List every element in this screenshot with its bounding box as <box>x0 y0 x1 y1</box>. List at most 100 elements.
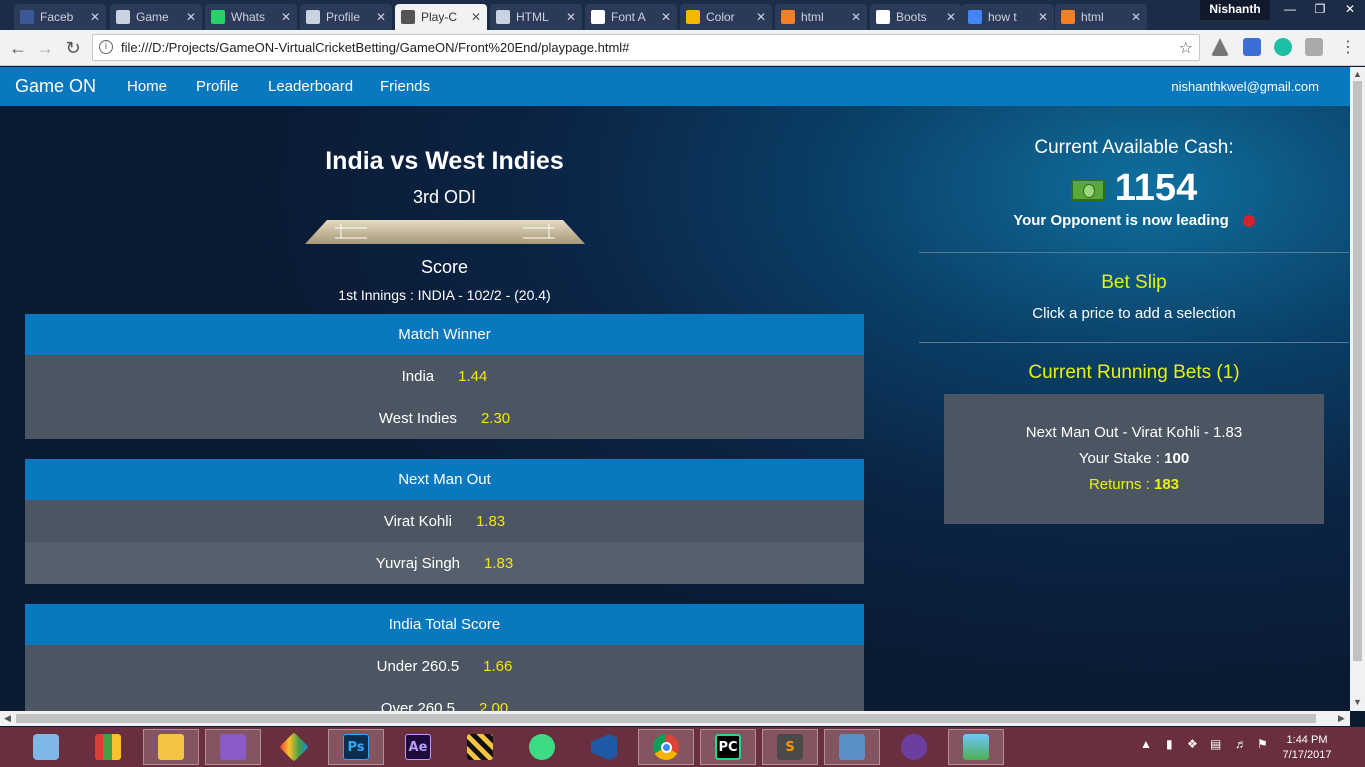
scrollbar-thumb[interactable] <box>16 714 1316 723</box>
vertical-scrollbar[interactable]: ▲ ▼ <box>1350 67 1365 711</box>
close-tab-icon[interactable]: ✕ <box>564 10 578 24</box>
back-icon[interactable]: ← <box>6 36 30 60</box>
scroll-right-icon[interactable]: ▶ <box>1338 713 1345 724</box>
user-email[interactable]: nishanthkwel@gmail.com <box>1171 79 1319 94</box>
close-tab-icon[interactable]: ✕ <box>374 10 388 24</box>
github-icon[interactable] <box>886 729 942 765</box>
close-tab-icon[interactable]: ✕ <box>849 10 863 24</box>
scroll-up-icon[interactable]: ▲ <box>1353 69 1362 79</box>
browser-tab[interactable]: HTML ✕ <box>490 4 582 30</box>
nav-friends[interactable]: Friends <box>380 78 430 95</box>
browser-toolbar: ← → ↻ i file:///D:/Projects/GameON-Virtu… <box>0 30 1365 66</box>
nav-leaderboard[interactable]: Leaderboard <box>268 78 353 95</box>
close-tab-icon[interactable]: ✕ <box>279 10 293 24</box>
info-icon[interactable]: i <box>99 40 113 54</box>
stack-icon <box>781 10 795 24</box>
bet-description: Next Man Out - Virat Kohli - 1.83 <box>1025 424 1243 441</box>
odds-price[interactable]: 2.00 <box>479 700 508 712</box>
browser-tab[interactable]: Play-C ✕ <box>395 4 487 30</box>
mendeley-extension-icon[interactable] <box>1274 38 1292 56</box>
start-apps-icon[interactable] <box>80 729 136 765</box>
close-tab-icon[interactable]: ✕ <box>754 10 768 24</box>
winrar-icon[interactable] <box>205 729 261 765</box>
market-option[interactable]: Over 260.5 2.00 <box>25 687 864 711</box>
forward-icon[interactable]: → <box>33 36 57 60</box>
odds-price[interactable]: 1.44 <box>458 368 487 385</box>
tray-expand-icon[interactable]: ▲ <box>1140 737 1152 751</box>
market-next-man-out: Next Man Out Virat Kohli 1.83 Yuvraj Sin… <box>25 459 864 584</box>
odds-price[interactable]: 1.66 <box>483 658 512 675</box>
close-tab-icon[interactable]: ✕ <box>88 10 102 24</box>
browser-tab[interactable]: Game ✕ <box>110 4 202 30</box>
match-subtitle: 3rd ODI <box>412 187 477 207</box>
restore-icon[interactable]: ❐ <box>1305 0 1335 20</box>
close-tab-icon[interactable]: ✕ <box>659 10 673 24</box>
nav-home[interactable]: Home <box>127 78 167 95</box>
wifi-icon[interactable]: ▤ <box>1210 737 1221 751</box>
pycharm-icon[interactable]: PC <box>700 729 756 765</box>
browser-tab[interactable]: Boots ✕ <box>870 4 962 30</box>
close-tab-icon[interactable]: ✕ <box>944 10 958 24</box>
odds-price[interactable]: 1.83 <box>484 555 513 572</box>
google-icon <box>968 10 982 24</box>
after-effects-icon[interactable]: Ae <box>390 729 446 765</box>
extension-icon[interactable] <box>1243 38 1261 56</box>
system-clock[interactable]: 1:44 PM 7/17/2017 <box>1262 733 1352 763</box>
tab-title: Font A <box>611 10 646 24</box>
virtualbox-icon[interactable] <box>18 729 74 765</box>
file-explorer-icon[interactable] <box>143 729 199 765</box>
browser-tab[interactable]: Profile ✕ <box>300 4 392 30</box>
browser-tab[interactable]: Color ✕ <box>680 4 772 30</box>
chrome-menu-icon[interactable]: ⋮ <box>1336 36 1360 60</box>
browser-tab[interactable]: Font A ✕ <box>585 4 677 30</box>
chrome-icon[interactable] <box>638 729 694 765</box>
browser-tab[interactable]: Whats ✕ <box>205 4 297 30</box>
dosbox-icon[interactable] <box>452 729 508 765</box>
sublime-icon[interactable]: S <box>762 729 818 765</box>
scrollbar-thumb[interactable] <box>1353 81 1362 661</box>
market-option[interactable]: Virat Kohli 1.83 <box>25 500 864 542</box>
scroll-left-icon[interactable]: ◀ <box>4 713 11 724</box>
market-option[interactable]: Under 260.5 1.66 <box>25 645 864 687</box>
virtualbox-vm-icon[interactable] <box>824 729 880 765</box>
close-tab-icon[interactable]: ✕ <box>1129 10 1143 24</box>
scroll-down-icon[interactable]: ▼ <box>1353 697 1362 707</box>
browser-tab[interactable]: how t ✕ <box>962 4 1054 30</box>
brand-logo[interactable]: Game ON <box>15 76 96 97</box>
horizontal-scrollbar[interactable]: ◀ ▶ <box>0 711 1350 726</box>
paint-icon[interactable] <box>266 729 322 765</box>
odds-price[interactable]: 1.83 <box>476 513 505 530</box>
photos-icon[interactable] <box>948 729 1004 765</box>
close-window-icon[interactable]: ✕ <box>1335 0 1365 20</box>
battery-icon[interactable]: ▮ <box>1166 737 1173 751</box>
drive-extension-icon[interactable] <box>1211 38 1229 56</box>
flag-icon <box>591 10 605 24</box>
cash-icon <box>1070 178 1105 201</box>
bookmark-star-icon[interactable]: ☆ <box>1179 38 1193 58</box>
bet-slip-title: Bet Slip <box>1101 272 1167 293</box>
close-tab-icon[interactable]: ✕ <box>469 10 483 24</box>
market-match-winner: Match Winner India 1.44 West Indies 2.30 <box>25 314 864 439</box>
odds-price[interactable]: 2.30 <box>481 410 510 427</box>
pdf-extension-icon[interactable] <box>1305 38 1323 56</box>
market-option[interactable]: Yuvraj Singh 1.83 <box>25 542 864 584</box>
profile-name[interactable]: Nishanth <box>1200 0 1270 20</box>
reload-icon[interactable]: ↻ <box>61 36 85 60</box>
address-bar[interactable]: i file:///D:/Projects/GameON-VirtualCric… <box>92 34 1200 61</box>
close-tab-icon[interactable]: ✕ <box>1036 10 1050 24</box>
browser-tab[interactable]: html ✕ <box>775 4 867 30</box>
browser-tab[interactable]: html ✕ <box>1055 4 1147 30</box>
nav-profile[interactable]: Profile <box>196 78 239 95</box>
url-text[interactable]: file:///D:/Projects/GameON-VirtualCricke… <box>121 40 629 55</box>
market-option[interactable]: West Indies 2.30 <box>25 397 864 439</box>
leader-status: Your Opponent is now leading <box>1013 212 1229 229</box>
market-option[interactable]: India 1.44 <box>25 355 864 397</box>
visual-studio-icon[interactable] <box>576 729 632 765</box>
close-tab-icon[interactable]: ✕ <box>184 10 198 24</box>
dropbox-icon[interactable]: ❖ <box>1187 737 1198 751</box>
minimize-icon[interactable]: — <box>1275 0 1305 20</box>
browser-tab[interactable]: Faceb ✕ <box>14 4 106 30</box>
photoshop-icon[interactable]: Ps <box>328 729 384 765</box>
android-studio-icon[interactable] <box>514 729 570 765</box>
volume-icon[interactable]: ♬ <box>1235 737 1247 751</box>
